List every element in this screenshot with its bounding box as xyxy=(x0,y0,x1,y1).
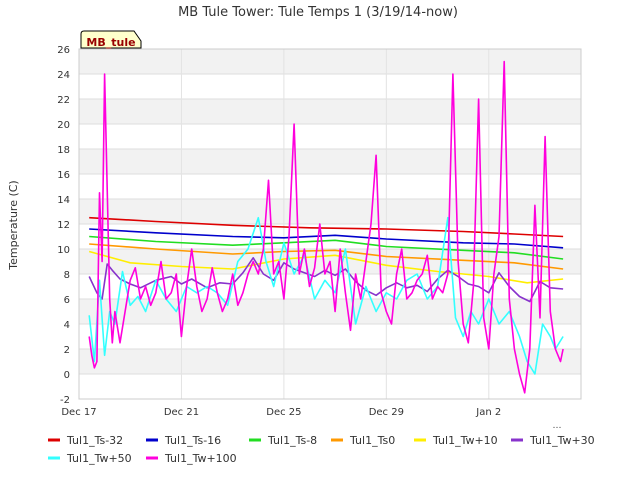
y-tick-label: 10 xyxy=(57,245,70,256)
y-tick-label: 8 xyxy=(64,270,70,281)
plot-band xyxy=(79,199,581,224)
y-tick-label: 16 xyxy=(57,170,70,181)
series-line-1 xyxy=(89,228,564,249)
legend-label: Tul1_Ts0 xyxy=(349,434,395,447)
y-tick-label: 0 xyxy=(64,370,70,381)
legend-label: Tul1_Tw+30 xyxy=(529,434,595,447)
x-tick-label: Dec 29 xyxy=(369,407,404,418)
y-tick-label: 2 xyxy=(64,345,70,356)
axis-corner-mark: … xyxy=(553,421,562,431)
legend: Tul1_Ts-32 Tul1_Ts-16 Tul1_Ts-8 Tul1_Ts0 Tul… xyxy=(48,434,595,465)
plot-band xyxy=(79,349,581,374)
legend-label: Tul1_Tw+10 xyxy=(432,434,498,447)
chart-window: MB Tule Tower: Tule Temps 1 (3/19/14-now… xyxy=(0,0,640,480)
legend-label: Tul1_Ts-32 xyxy=(66,434,123,447)
x-tick-label: Dec 25 xyxy=(266,407,301,418)
y-tick-label: -2 xyxy=(60,395,70,406)
y-tick-label: 22 xyxy=(57,95,70,106)
y-tick-label: 14 xyxy=(57,195,70,206)
y-tick-label: 4 xyxy=(64,320,70,331)
plot-band xyxy=(79,299,581,324)
legend-label: Tul1_Ts-8 xyxy=(267,434,317,447)
y-tick-label: 24 xyxy=(57,70,70,81)
y-axis-label: Temperature (C) xyxy=(7,180,20,270)
temperature-chart: MB Tule Tower: Tule Temps 1 (3/19/14-now… xyxy=(7,5,595,465)
station-badge: MB_tule xyxy=(80,30,142,49)
x-axis-ticks: Dec 17 Dec 21 Dec 25 Dec 29 Jan 2 xyxy=(61,407,501,418)
x-tick-label: Dec 17 xyxy=(61,407,96,418)
x-tick-label: Jan 2 xyxy=(475,407,501,418)
chart-title: MB Tule Tower: Tule Temps 1 (3/19/14-now… xyxy=(178,5,458,20)
y-tick-label: 20 xyxy=(57,120,70,131)
station-badge-label: MB_tule xyxy=(86,36,135,49)
legend-label: Tul1_Tw+100 xyxy=(164,452,237,465)
y-tick-label: 6 xyxy=(64,295,70,306)
y-tick-label: 18 xyxy=(57,145,70,156)
y-tick-label: 12 xyxy=(57,220,70,231)
x-tick-label: Dec 21 xyxy=(164,407,199,418)
plot-band xyxy=(79,49,581,74)
y-tick-label: 26 xyxy=(57,45,70,56)
y-axis-ticks: -202468101214161820222426 xyxy=(57,45,70,406)
legend-label: Tul1_Ts-16 xyxy=(164,434,221,447)
legend-label: Tul1_Tw+50 xyxy=(66,452,132,465)
